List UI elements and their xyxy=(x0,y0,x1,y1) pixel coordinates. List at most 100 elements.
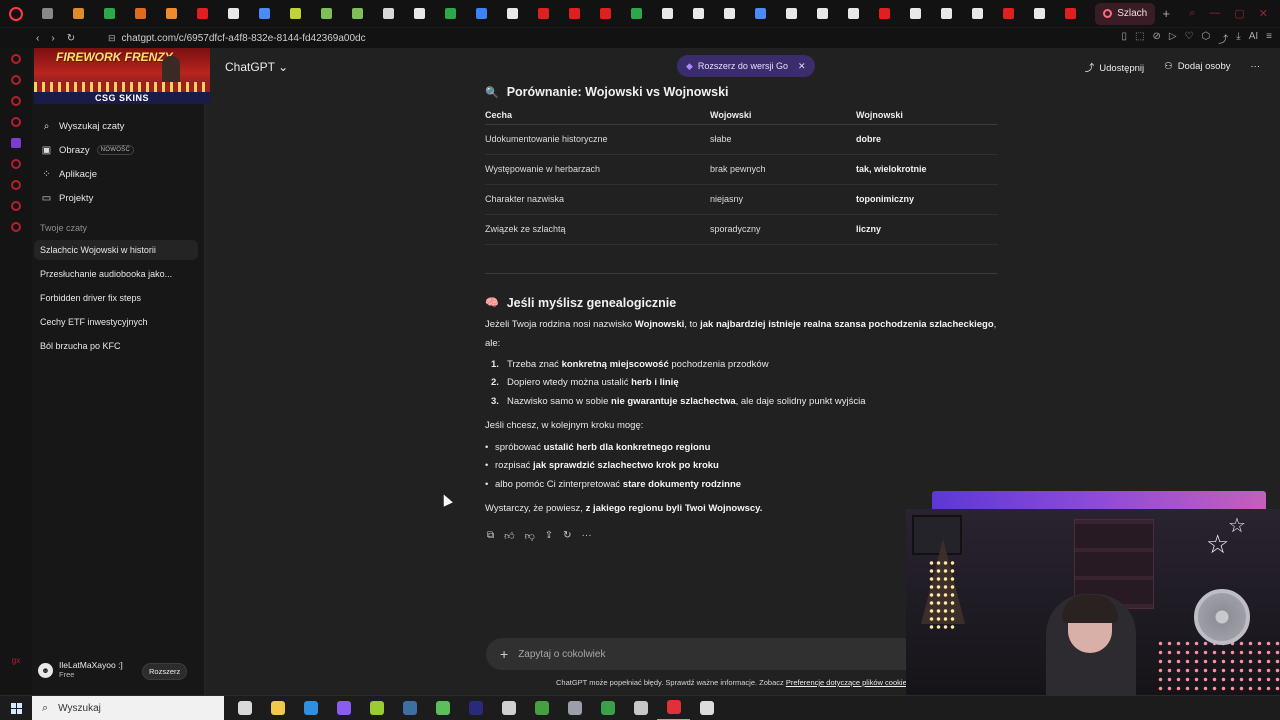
history-icon[interactable] xyxy=(11,180,21,190)
tab[interactable] xyxy=(373,0,404,28)
user-profile[interactable]: ☻ IleLatMaXayoo :] Free xyxy=(38,660,123,680)
snapshot-icon[interactable]: ⬚ xyxy=(1135,31,1144,46)
forward-icon[interactable]: › xyxy=(51,33,54,44)
tab[interactable] xyxy=(94,0,125,28)
tab[interactable] xyxy=(125,0,156,28)
address-input[interactable]: chatgpt.com/c/6957dfcf-a4f8-832e-8144-fd… xyxy=(122,33,366,44)
tab[interactable] xyxy=(187,0,218,28)
tab[interactable] xyxy=(528,0,559,28)
tab[interactable] xyxy=(745,0,776,28)
tab[interactable] xyxy=(838,0,869,28)
tab[interactable] xyxy=(590,0,621,28)
tab[interactable] xyxy=(621,0,652,28)
chat-item[interactable]: Ból brzucha po KFC xyxy=(40,341,198,351)
tab[interactable] xyxy=(1055,0,1086,28)
taskbar-app[interactable] xyxy=(294,696,327,720)
tab[interactable] xyxy=(993,0,1024,28)
prompt-input[interactable] xyxy=(518,648,879,660)
tab[interactable] xyxy=(342,0,373,28)
more-message-icon[interactable]: ··· xyxy=(582,530,592,542)
tab[interactable] xyxy=(32,0,63,28)
tab[interactable] xyxy=(900,0,931,28)
new-tab-button[interactable]: + xyxy=(1155,6,1177,21)
taskbar-app[interactable] xyxy=(360,696,393,720)
taskbar-app[interactable] xyxy=(228,696,261,720)
browser-menu-icon[interactable]: ≡ xyxy=(1266,31,1272,46)
player-icon[interactable]: ▷ xyxy=(1169,31,1177,46)
chat-item[interactable]: Forbidden driver fix steps xyxy=(40,293,198,303)
messenger-icon[interactable] xyxy=(11,54,21,64)
tab[interactable] xyxy=(311,0,342,28)
whatsapp-icon[interactable] xyxy=(11,96,21,106)
chat-item[interactable]: Cechy ETF inwestycyjnych xyxy=(40,317,198,327)
bookmark-icon[interactable]: ▯ xyxy=(1122,31,1128,46)
close-window-icon[interactable]: ✕ xyxy=(1259,7,1268,20)
maximize-icon[interactable]: ▢ xyxy=(1234,7,1244,20)
start-button[interactable] xyxy=(0,702,32,714)
heart-icon[interactable]: ♡ xyxy=(1185,31,1194,46)
tab[interactable] xyxy=(559,0,590,28)
tab[interactable] xyxy=(466,0,497,28)
reload-icon[interactable]: ↻ xyxy=(67,33,75,44)
tab[interactable] xyxy=(497,0,528,28)
sidebar-item-folder[interactable]: ▭ Projekty xyxy=(41,190,94,206)
sidebar-item-images[interactable]: ▣ Obrazy NOWOŚĆ xyxy=(41,142,135,158)
taskbar-app[interactable] xyxy=(558,696,591,720)
tab[interactable] xyxy=(652,0,683,28)
twitch-icon[interactable] xyxy=(11,138,21,148)
player-rail-icon[interactable] xyxy=(11,159,21,169)
tab-active[interactable]: Szlach xyxy=(1095,2,1156,25)
taskbar-app[interactable] xyxy=(690,696,723,720)
chat-item[interactable]: Przesłuchanie audiobooka jako... xyxy=(40,269,198,279)
share-browser-icon[interactable]: ⤴ xyxy=(1218,31,1228,46)
pinboard-icon[interactable] xyxy=(11,201,21,211)
tab[interactable] xyxy=(962,0,993,28)
tab[interactable] xyxy=(218,0,249,28)
tab[interactable] xyxy=(931,0,962,28)
taskbar-app[interactable] xyxy=(591,696,624,720)
tab[interactable] xyxy=(249,0,280,28)
close-icon[interactable]: ✕ xyxy=(798,61,806,72)
site-info-icon[interactable]: ⊟ xyxy=(108,33,116,44)
sidebar-item-search[interactable]: ⌕ Wyszukaj czaty xyxy=(41,118,125,134)
tab[interactable] xyxy=(807,0,838,28)
sidebar-item-apps[interactable]: ⁘ Aplikacje xyxy=(41,166,97,182)
tab[interactable] xyxy=(404,0,435,28)
upgrade-promo[interactable]: ◆ Rozszerz do wersji Go ✕ xyxy=(677,55,815,77)
add-attachment-icon[interactable]: + xyxy=(500,646,508,662)
taskbar-app[interactable] xyxy=(492,696,525,720)
taskbar-app[interactable] xyxy=(426,696,459,720)
tab[interactable] xyxy=(869,0,900,28)
taskbar-app[interactable] xyxy=(459,696,492,720)
tab[interactable] xyxy=(776,0,807,28)
extensions-icon[interactable]: ⬡ xyxy=(1202,31,1211,46)
model-selector[interactable]: ChatGPT ⌄ xyxy=(225,60,288,74)
chat-item[interactable]: Szlachcic Wojowski w historii xyxy=(34,240,198,260)
share-message-icon[interactable]: ⇪ xyxy=(545,530,553,542)
more-options-button[interactable]: ··· xyxy=(1251,61,1261,72)
search-tabs-icon[interactable]: ⌕ xyxy=(1189,7,1195,20)
tab[interactable] xyxy=(714,0,745,28)
back-icon[interactable]: ‹ xyxy=(36,33,39,44)
thumbs-down-icon[interactable]: 👎︎ xyxy=(525,530,535,542)
thumbs-up-icon[interactable]: 👍︎ xyxy=(504,530,514,542)
taskbar-app[interactable] xyxy=(525,696,558,720)
taskbar-app[interactable] xyxy=(327,696,360,720)
add-people-button[interactable]: ⚇ Dodaj osoby xyxy=(1164,61,1230,72)
tab[interactable] xyxy=(156,0,187,28)
taskbar-app[interactable] xyxy=(624,696,657,720)
tab[interactable] xyxy=(1024,0,1055,28)
regenerate-icon[interactable]: ↻ xyxy=(563,530,571,542)
minimize-icon[interactable]: — xyxy=(1209,7,1220,20)
ad-banner[interactable]: FIREWORK FRENZY CSG SKINS xyxy=(34,48,210,104)
instagram-icon[interactable] xyxy=(11,117,21,127)
tab[interactable] xyxy=(683,0,714,28)
copy-icon[interactable]: ⧉ xyxy=(487,530,494,542)
tab[interactable] xyxy=(280,0,311,28)
taskbar-app[interactable] xyxy=(261,696,294,720)
taskbar-app[interactable] xyxy=(393,696,426,720)
cookie-preferences-link[interactable]: Preferencje dotyczące plików cookie xyxy=(786,678,907,687)
taskbar-search[interactable]: ⌕ Wyszukaj xyxy=(32,695,224,720)
opera-menu-button[interactable] xyxy=(0,6,32,21)
taskbar-app[interactable] xyxy=(657,696,690,720)
